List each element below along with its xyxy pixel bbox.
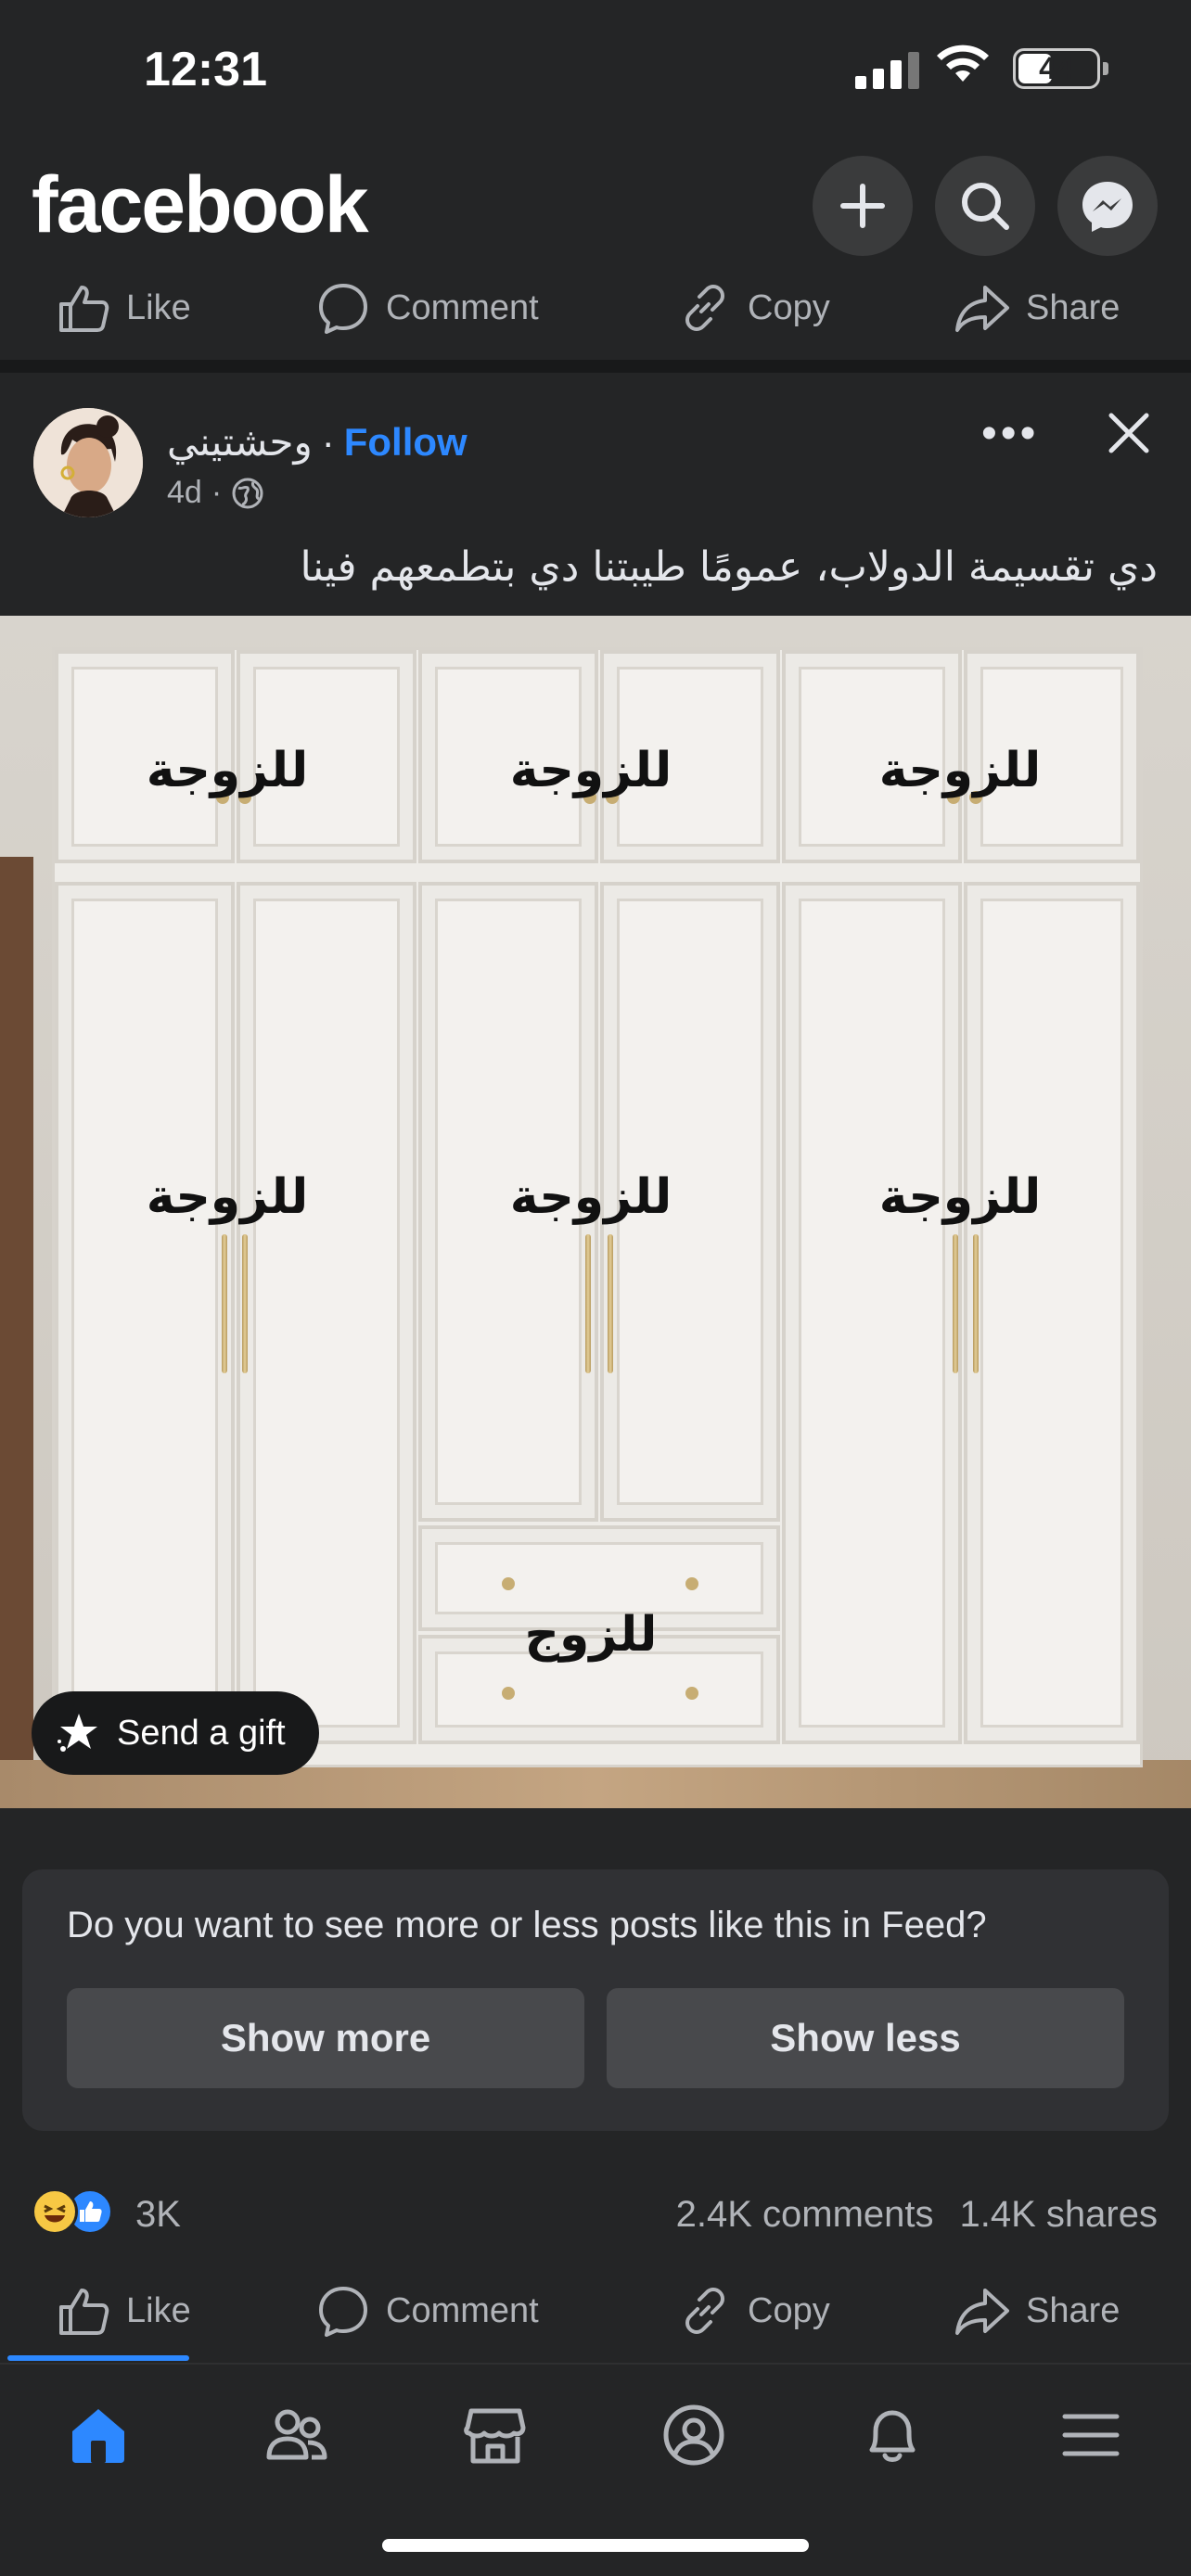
battery-level: 44 bbox=[1039, 51, 1074, 86]
status-time: 12:31 bbox=[144, 43, 267, 96]
share-count[interactable]: 1.4K shares bbox=[960, 2194, 1158, 2236]
active-tab-indicator bbox=[7, 2355, 189, 2361]
link-icon bbox=[685, 2288, 724, 2334]
author-name[interactable]: وحشتيني bbox=[167, 419, 313, 465]
post-meta: 4d · bbox=[167, 475, 264, 511]
share-button-top[interactable]: Share bbox=[954, 280, 1120, 336]
home-icon bbox=[72, 2409, 124, 2463]
wardrobe: للزوجة للزوجة للزوجة للزوجة للزوجة للزوج… bbox=[52, 647, 1143, 1767]
like-button[interactable]: Like bbox=[56, 2283, 191, 2339]
notifications-icon bbox=[869, 2410, 916, 2462]
thumbs-up-icon bbox=[59, 286, 109, 332]
tab-friends[interactable] bbox=[262, 2400, 332, 2470]
show-less-button[interactable]: Show less bbox=[607, 1988, 1124, 2088]
close-icon[interactable] bbox=[1104, 408, 1154, 458]
post-caption: دي تقسيمة الدولاب، عمومًا طيبتنا دي بتطم… bbox=[300, 543, 1159, 591]
label-top-left: للزوجة bbox=[146, 743, 309, 798]
reaction-icons[interactable] bbox=[32, 2188, 113, 2235]
wifi-icon bbox=[937, 45, 989, 82]
copy-label-top: Copy bbox=[748, 287, 830, 327]
messenger-button[interactable] bbox=[1057, 156, 1158, 256]
label-top-right: للزوجة bbox=[878, 743, 1042, 798]
cellular-signal-icon bbox=[855, 48, 919, 89]
label-mid-right: للزوجة bbox=[878, 1169, 1042, 1225]
battery-icon: 44 bbox=[1013, 48, 1108, 89]
gift-star-icon bbox=[58, 1714, 97, 1752]
friends-icon bbox=[266, 2409, 327, 2460]
create-button[interactable] bbox=[813, 156, 913, 256]
copy-label: Copy bbox=[748, 2290, 830, 2330]
like-label-top: Like bbox=[126, 287, 191, 327]
feed-preference-card: Do you want to see more or less posts li… bbox=[22, 1869, 1169, 2131]
tall-door bbox=[55, 882, 235, 1744]
comment-icon bbox=[319, 2287, 367, 2337]
comment-label: Comment bbox=[386, 2290, 539, 2330]
send-gift-button[interactable]: Send a gift bbox=[32, 1691, 319, 1775]
facebook-logo[interactable]: facebook bbox=[32, 159, 369, 251]
tall-door bbox=[237, 882, 416, 1744]
like-label: Like bbox=[126, 2290, 191, 2330]
app-header: facebook bbox=[0, 139, 1191, 269]
share-label-top: Share bbox=[1026, 287, 1121, 327]
tab-marketplace[interactable] bbox=[460, 2400, 531, 2470]
tab-notifications[interactable] bbox=[857, 2400, 928, 2470]
tab-menu[interactable] bbox=[1056, 2400, 1126, 2470]
search-icon bbox=[962, 183, 1009, 230]
plus-icon bbox=[840, 184, 885, 228]
post-image[interactable]: للزوجة للزوجة للزوجة للزوجة للزوجة للزوج… bbox=[0, 616, 1191, 1808]
avatar-illustration bbox=[33, 408, 143, 517]
share-icon bbox=[955, 2289, 1009, 2335]
show-more-button[interactable]: Show more bbox=[67, 1988, 584, 2088]
post-age[interactable]: 4d bbox=[167, 475, 202, 511]
label-mid-left: للزوجة bbox=[146, 1169, 309, 1225]
label-mid-mid: للزوجة bbox=[509, 1169, 672, 1225]
label-drawer: للزوج bbox=[524, 1607, 658, 1663]
marketplace-icon bbox=[464, 2408, 526, 2464]
separator-dot: · bbox=[321, 419, 335, 464]
bottom-tab-bar bbox=[0, 2363, 1191, 2493]
copy-button-top[interactable]: Copy bbox=[677, 280, 830, 336]
thumbs-up-icon bbox=[59, 2289, 109, 2335]
tab-home[interactable] bbox=[63, 2400, 134, 2470]
share-icon bbox=[955, 286, 1009, 332]
share-button[interactable]: Share bbox=[954, 2283, 1120, 2339]
haha-reaction-icon bbox=[32, 2188, 78, 2235]
globe-icon bbox=[232, 478, 263, 508]
copy-button[interactable]: Copy bbox=[677, 2283, 830, 2339]
link-icon bbox=[685, 285, 724, 331]
comment-count[interactable]: 2.4K comments bbox=[676, 2194, 934, 2236]
more-options-button[interactable]: ••• bbox=[981, 408, 1039, 459]
home-indicator bbox=[382, 2539, 809, 2552]
tall-door bbox=[964, 882, 1140, 1744]
send-gift-label: Send a gift bbox=[117, 1713, 286, 1753]
comment-button[interactable]: Comment bbox=[315, 2283, 539, 2339]
post-author-line: وحشتيني · Follow bbox=[167, 419, 467, 465]
status-bar: 12:31 44 bbox=[0, 0, 1191, 139]
comment-icon bbox=[319, 284, 367, 334]
author-avatar[interactable] bbox=[33, 408, 143, 517]
menu-icon bbox=[1062, 2414, 1120, 2456]
comment-button-top[interactable]: Comment bbox=[315, 280, 539, 336]
profile-icon bbox=[663, 2404, 724, 2466]
reaction-count[interactable]: 3K bbox=[135, 2194, 181, 2236]
like-button-top[interactable]: Like bbox=[56, 280, 191, 336]
post-stats: 3K 2.4K comments 1.4K shares bbox=[0, 2188, 1191, 2248]
feed-separator bbox=[0, 360, 1191, 373]
tab-profile[interactable] bbox=[659, 2400, 729, 2470]
label-top-mid: للزوجة bbox=[509, 743, 672, 798]
comment-label-top: Comment bbox=[386, 287, 539, 327]
side-furniture bbox=[0, 857, 33, 1784]
tall-door bbox=[782, 882, 962, 1744]
follow-button[interactable]: Follow bbox=[344, 420, 467, 465]
feed-preference-question: Do you want to see more or less posts li… bbox=[67, 1905, 987, 1945]
search-button[interactable] bbox=[935, 156, 1035, 256]
messenger-icon bbox=[1082, 182, 1133, 232]
share-label: Share bbox=[1026, 2290, 1121, 2330]
